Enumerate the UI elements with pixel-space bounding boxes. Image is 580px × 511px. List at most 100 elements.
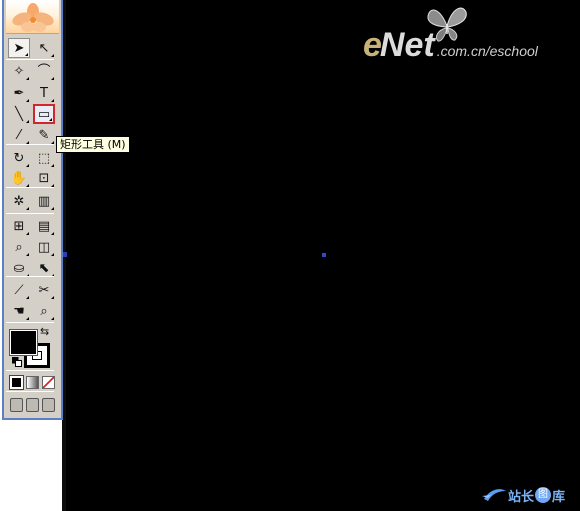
toolbox-separator	[6, 213, 54, 214]
warp-tool-button[interactable]: ✋	[8, 168, 30, 188]
slice-tool-icon: ⟋	[14, 282, 24, 298]
flyout-indicator	[51, 296, 54, 299]
mesh-tool-button[interactable]: ⊞	[8, 216, 30, 236]
hand-tool-icon: ☚	[13, 303, 25, 319]
scissors-tool-button[interactable]: ✂	[33, 280, 55, 300]
gradient-mode-button[interactable]	[26, 376, 39, 389]
default-fill-stroke-icon[interactable]	[12, 357, 22, 367]
warp-tool-icon: ✋	[10, 170, 28, 186]
zoom-tool-icon: ⌕	[40, 303, 48, 319]
artboard-center-point[interactable]	[322, 253, 326, 257]
direct-selection-tool-button[interactable]: ↖	[33, 38, 55, 58]
toolbox-separator	[6, 59, 54, 60]
selection-tool-button[interactable]: ➤	[8, 38, 30, 58]
rectangle-tool-button[interactable]: ▭	[33, 104, 55, 124]
type-tool-icon: T	[40, 85, 48, 101]
live-paint-bucket-tool-icon: ⛀	[13, 260, 25, 276]
flyout-indicator	[26, 207, 29, 210]
swap-fill-stroke-icon[interactable]: ⇆	[40, 325, 49, 338]
toolbox-separator	[6, 276, 54, 277]
eyedropper-tool-icon: ⌕	[15, 239, 23, 255]
flyout-indicator	[51, 77, 54, 80]
flyout-indicator	[51, 54, 54, 57]
flyout-indicator	[51, 253, 54, 256]
flyout-indicator	[26, 253, 29, 256]
paintbrush-tool-icon: ⁄	[17, 127, 21, 143]
illustrator-flower-icon	[12, 3, 54, 32]
flyout-indicator	[26, 296, 29, 299]
toolbox-separator	[6, 391, 54, 392]
full-screen-menu-mode-button[interactable]	[26, 398, 39, 412]
fill-color-swatch[interactable]	[9, 329, 38, 356]
toolbox-header[interactable]	[6, 0, 59, 34]
lasso-tool-button[interactable]: ⌒	[33, 61, 55, 81]
none-mode-button[interactable]	[42, 376, 55, 389]
flyout-indicator	[26, 232, 29, 235]
line-segment-tool-icon: ╲	[15, 106, 23, 122]
mesh-tool-icon: ⊞	[13, 218, 25, 234]
flyout-indicator	[49, 118, 52, 121]
free-transform-tool-icon: ⊡	[38, 170, 50, 186]
enet-watermark: e Net .com.cn/eschool	[363, 28, 538, 68]
pencil-tool-button[interactable]: ✎	[33, 125, 55, 145]
direct-selection-tool-icon: ↖	[38, 40, 50, 56]
hand-tool-button[interactable]: ☚	[8, 301, 30, 321]
scale-tool-icon: ⬚	[37, 150, 51, 166]
type-tool-button[interactable]: T	[33, 83, 55, 103]
magic-wand-tool-button[interactable]: ✧	[8, 61, 30, 81]
flyout-indicator	[26, 99, 29, 102]
pen-tool-icon: ✒	[13, 85, 25, 101]
color-mode-button[interactable]	[9, 375, 24, 390]
scale-tool-button[interactable]: ⬚	[33, 148, 55, 168]
toolbox-separator	[6, 370, 54, 371]
flyout-indicator	[51, 99, 54, 102]
blend-tool-icon: ◫	[37, 239, 51, 255]
rectangle-tool-tooltip: 矩形工具 (M)	[56, 136, 130, 153]
column-graph-tool-icon: ▥	[37, 193, 51, 209]
rotate-tool-button[interactable]: ↻	[8, 148, 30, 168]
flyout-indicator	[51, 232, 54, 235]
enet-brand-net: Net	[379, 26, 435, 64]
paintbrush-tool-button[interactable]: ⁄	[8, 125, 30, 145]
rotate-tool-icon: ↻	[13, 150, 25, 166]
standard-screen-mode-button[interactable]	[10, 398, 23, 412]
gradient-tool-icon: ▤	[37, 218, 51, 234]
column-graph-tool-button[interactable]: ▥	[33, 191, 55, 211]
line-segment-tool-button[interactable]: ╲	[8, 104, 30, 124]
live-paint-selection-tool-icon: ⬉	[38, 260, 50, 276]
scissors-tool-icon: ✂	[38, 282, 50, 298]
slice-tool-button[interactable]: ⟋	[8, 280, 30, 300]
zoom-tool-button[interactable]: ⌕	[33, 301, 55, 321]
flyout-indicator	[51, 207, 54, 210]
magic-wand-tool-icon: ✧	[13, 63, 25, 79]
flyout-indicator	[26, 164, 29, 167]
symbol-sprayer-tool-icon: ✲	[13, 193, 25, 209]
free-transform-tool-button[interactable]: ⊡	[33, 168, 55, 188]
pencil-tool-icon: ✎	[38, 127, 50, 143]
flyout-indicator	[51, 164, 54, 167]
site-logo-text-2: 图	[535, 487, 552, 503]
toolbox-separator	[6, 144, 54, 145]
enet-domain-text: .com.cn/eschool	[436, 43, 538, 59]
full-screen-mode-button[interactable]	[42, 398, 55, 412]
gradient-tool-button[interactable]: ▤	[33, 216, 55, 236]
pen-tool-button[interactable]: ✒	[8, 83, 30, 103]
swoosh-icon	[482, 489, 506, 501]
symbol-sprayer-tool-button[interactable]: ✲	[8, 191, 30, 211]
flyout-indicator	[26, 77, 29, 80]
live-paint-selection-tool-button[interactable]: ⬉	[33, 258, 55, 278]
site-logo: 站长 图 库	[482, 484, 565, 506]
toolbox-separator	[6, 187, 54, 188]
toolbox-separator	[6, 322, 54, 323]
selection-tool-icon: ➤	[13, 40, 25, 56]
site-logo-text-3: 库	[552, 489, 566, 505]
flyout-indicator	[25, 53, 28, 56]
lasso-tool-icon: ⌒	[37, 63, 51, 79]
live-paint-bucket-tool-button[interactable]: ⛀	[8, 258, 30, 278]
flyout-indicator	[26, 120, 29, 123]
blend-tool-button[interactable]: ◫	[33, 237, 55, 257]
site-logo-text-1: 站长	[508, 489, 535, 505]
flyout-indicator	[26, 317, 29, 320]
flyout-indicator	[51, 317, 54, 320]
eyedropper-tool-button[interactable]: ⌕	[8, 237, 30, 257]
